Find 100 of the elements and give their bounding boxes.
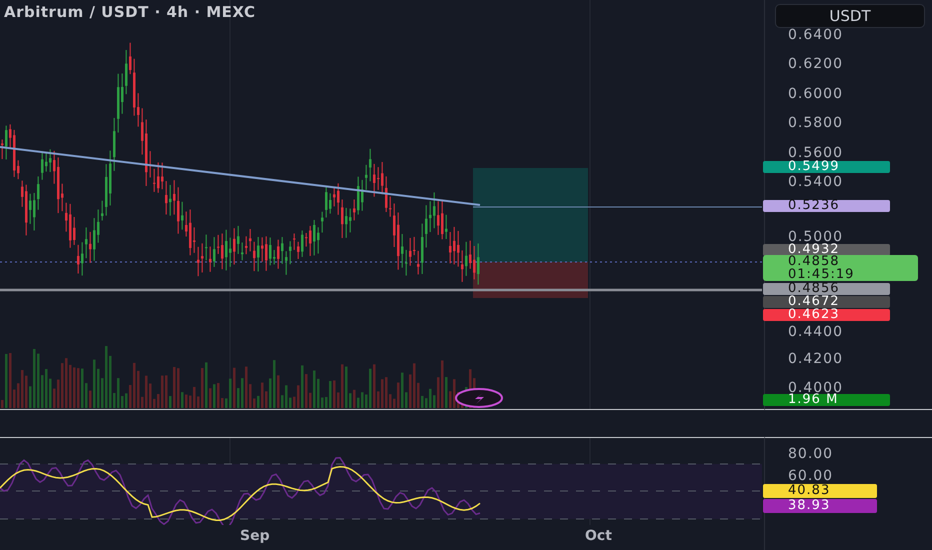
volume-bar <box>361 392 364 408</box>
candle <box>329 192 332 214</box>
volume-bar <box>13 390 16 408</box>
price-tag: 0.4623 <box>763 309 890 321</box>
candle <box>265 236 268 272</box>
volume-bar <box>57 380 60 408</box>
candle <box>21 180 24 208</box>
candle <box>397 212 400 270</box>
volume-bar <box>189 396 192 408</box>
volume-bar <box>297 385 300 408</box>
volume-bar <box>313 370 316 408</box>
candle <box>57 156 60 214</box>
rsi-tick: 60.00 <box>788 469 834 483</box>
volume-bar <box>77 368 80 408</box>
candle <box>213 236 216 268</box>
volume-bar <box>45 369 48 408</box>
candle <box>37 176 40 210</box>
volume-bar <box>333 380 336 408</box>
candle <box>153 168 156 192</box>
candle <box>301 230 304 258</box>
price-tick: 0.6000 <box>788 87 843 101</box>
volume-bar <box>345 366 348 408</box>
volume-bar <box>153 398 156 408</box>
candle <box>105 164 108 216</box>
volume-bar <box>377 391 380 408</box>
volume-bar <box>157 394 160 408</box>
candle <box>161 162 164 190</box>
candle <box>469 240 472 270</box>
volume-bar <box>149 384 152 408</box>
volume-bar <box>325 397 328 408</box>
candle <box>41 150 44 180</box>
volume-bar <box>181 392 184 408</box>
candle <box>225 229 228 271</box>
volume-bar <box>453 379 456 408</box>
candle <box>245 236 248 255</box>
volume-bar <box>161 376 164 408</box>
candle <box>29 193 32 224</box>
candle <box>445 214 448 240</box>
candle <box>385 176 388 213</box>
currency-button[interactable]: USDT <box>775 4 925 28</box>
candle <box>285 250 288 276</box>
candle <box>457 230 460 268</box>
candle <box>257 236 260 272</box>
volume-bar <box>309 392 312 408</box>
volume-bar <box>341 364 344 408</box>
volume-bar <box>133 362 136 408</box>
candle <box>273 250 276 265</box>
candle <box>121 72 124 114</box>
volume-bar <box>117 378 120 408</box>
candle <box>77 244 80 274</box>
candle <box>141 108 144 156</box>
candle <box>321 211 324 234</box>
volume-bar <box>1 400 4 408</box>
volume-bar <box>425 398 428 408</box>
volume-bar <box>125 393 128 408</box>
volume-bar <box>89 390 92 408</box>
candle <box>269 237 272 266</box>
volume-bar <box>121 396 124 408</box>
candle <box>177 186 180 234</box>
volume-bar <box>417 382 420 408</box>
candle <box>61 183 64 212</box>
price-tag: 1.96 M <box>763 394 890 406</box>
volume-bar <box>317 378 320 408</box>
volume-bar <box>49 378 52 408</box>
candle <box>173 180 176 216</box>
candle <box>341 199 344 239</box>
volume-bar <box>441 360 444 408</box>
volume-bar <box>169 396 172 408</box>
volume-bar <box>369 368 372 408</box>
volume-bar <box>209 388 212 408</box>
candle <box>181 201 184 230</box>
candle <box>117 73 120 134</box>
volume-bar <box>37 354 40 408</box>
candle <box>369 148 372 182</box>
volume-bar <box>357 398 360 408</box>
candle <box>317 226 320 254</box>
volume-bar <box>217 383 220 408</box>
volume-bar <box>137 370 140 408</box>
candle <box>453 226 456 265</box>
candle <box>113 117 116 172</box>
candle <box>93 218 96 262</box>
volume-bar <box>41 375 44 408</box>
volume-bar <box>409 374 412 408</box>
candle <box>49 148 52 173</box>
price-tick: 0.5800 <box>788 116 843 130</box>
candle <box>221 233 224 270</box>
volume-bar <box>429 388 432 408</box>
candle <box>449 231 452 264</box>
candle <box>357 176 360 216</box>
candle <box>5 125 8 160</box>
volume-bar <box>237 388 240 408</box>
volume-bar <box>173 367 176 408</box>
volume-bar <box>141 396 144 408</box>
candle <box>129 42 132 75</box>
volume-bar <box>281 395 284 408</box>
volume-bar <box>285 385 288 408</box>
candle <box>473 245 476 280</box>
candle <box>53 150 56 184</box>
volume-bar <box>289 398 292 408</box>
candle <box>313 219 316 256</box>
